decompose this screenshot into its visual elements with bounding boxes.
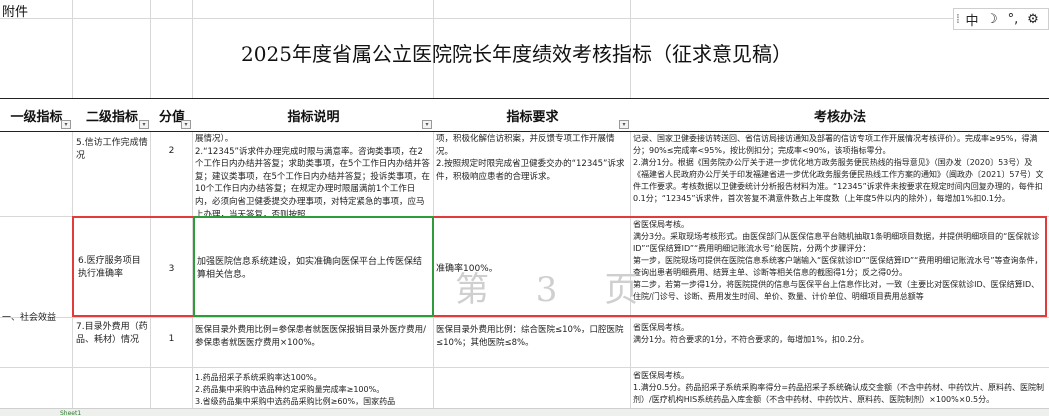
header-method[interactable]: 考核办法 <box>631 98 1049 132</box>
sheet-tab[interactable]: Sheet1 <box>60 410 81 416</box>
row-7-requirement[interactable]: 医保目录外费用比例：综合医院≤10%，口腔医院≤10%；其他医院≤8%。 <box>434 323 630 353</box>
header-label: 考核办法 <box>813 109 866 125</box>
header-label: 指标要求 <box>506 109 559 125</box>
row-5-method[interactable]: 记录、国家卫健委接访转送回、省信访局接访通知及部署的信访专项工作开展情况考核评价… <box>631 132 1049 216</box>
filter-dropdown-icon[interactable]: ▾ <box>139 120 149 129</box>
page-title-text: 2025年度省属公立医院院长年度绩效考核指标（征求意见稿） <box>241 42 792 66</box>
row-5-description[interactable]: 展情况）。 2.“12345”诉求件办理完成时限与满意率。咨询类事项，在2个工作… <box>193 132 433 216</box>
row-7-description[interactable]: 医保目录外费用比例=参保患者就医医保报销目录外医疗费用/参保患者就医医疗费用×1… <box>193 323 433 353</box>
row-5-name[interactable]: 5.信访工作完成情况 <box>74 136 150 176</box>
spreadsheet-view: 附件 2025年度省属公立医院院长年度绩效考核指标（征求意见稿） 一级指标 ▾ … <box>0 0 1049 416</box>
row-5-requirement[interactable]: 项，积极化解信访积案，并反馈专项工作开展情况。 2.按照规定时限完成省卫健委交办… <box>434 132 630 216</box>
row-8-method[interactable]: 省医保局考核。 1.满分0.5分。药品招采子系统采购率得分=药品招采子系统确认成… <box>631 369 1049 409</box>
header-level2[interactable]: 二级指标 ▾ <box>73 98 151 132</box>
row-5-score[interactable]: 2 <box>151 144 192 158</box>
active-cell-border <box>193 216 434 317</box>
header-label: 二级指标 <box>85 109 138 125</box>
ime-mode-label[interactable]: 中 <box>962 10 982 29</box>
attachment-label: 附件 <box>2 5 29 20</box>
ime-toolbar[interactable]: ⁞ 中 ☽ °, ⚙ <box>953 8 1049 30</box>
header-score[interactable]: 分值 ▾ <box>151 98 193 132</box>
page-title: 2025年度省属公立医院院长年度绩效考核指标（征求意见稿） <box>0 38 1049 67</box>
row-7-score[interactable]: 1 <box>151 332 192 346</box>
filter-dropdown-icon[interactable]: ▾ <box>181 120 191 129</box>
grid-line <box>0 367 1049 368</box>
ime-drag-handle-icon[interactable]: ⁞ <box>954 12 962 27</box>
filter-dropdown-icon[interactable]: ▾ <box>422 120 432 129</box>
page-watermark: 第 3 页 <box>455 270 657 310</box>
filter-dropdown-icon[interactable]: ▾ <box>619 120 629 129</box>
row-8-description[interactable]: 1.药品招采子系统采购率达100%。 2.药品集中采购中选品种约定采购量完成率≥… <box>193 371 433 409</box>
grid-line <box>0 317 1049 318</box>
header-description[interactable]: 指标说明 ▾ <box>193 98 434 132</box>
row-7-method[interactable]: 省医保局考核。 满分1分。符合要求的1分，不符合要求的，每增加1%，扣0.2分。 <box>631 321 1049 365</box>
level1-indicator[interactable]: 一、社会效益 <box>0 311 72 325</box>
row-7-name[interactable]: 7.目录外费用（药品、耗材）情况 <box>74 320 150 360</box>
header-requirement[interactable]: 指标要求 ▾ <box>434 98 631 132</box>
settings-icon[interactable]: ⚙ <box>1024 12 1042 27</box>
header-label: 一级指标 <box>10 109 63 125</box>
header-level1[interactable]: 一级指标 ▾ <box>0 98 73 132</box>
punctuation-icon[interactable]: °, <box>1002 12 1024 27</box>
grid-line <box>0 18 1049 19</box>
filter-dropdown-icon[interactable]: ▾ <box>61 120 71 129</box>
sheet-tab-bar: Sheet1 <box>0 408 1049 416</box>
moon-icon[interactable]: ☽ <box>982 12 1002 27</box>
header-label: 指标说明 <box>287 109 340 125</box>
